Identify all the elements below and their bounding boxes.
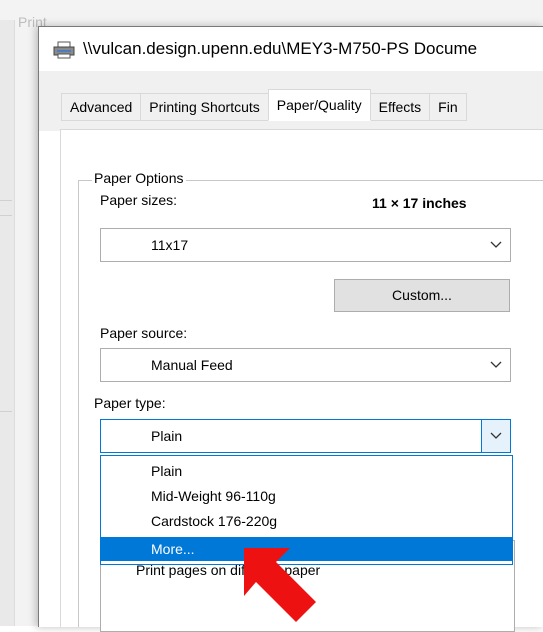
tab-effects[interactable]: Effects [369,93,431,121]
paper-size-value: 11x17 [151,237,189,253]
paper-type-option-plain[interactable]: Plain [101,459,512,483]
tab-advanced[interactable]: Advanced [61,93,142,121]
tab-strip: Advanced Printing Shortcuts Paper/Qualit… [39,71,543,131]
paper-type-select[interactable]: Plain [100,419,511,453]
chevron-down-icon [490,241,502,248]
tab-printing-shortcuts[interactable]: Printing Shortcuts [140,93,269,121]
printer-icon [53,41,75,59]
paper-source-value: Manual Feed [151,357,233,373]
paper-sizes-label: Paper sizes: [100,192,178,208]
paper-size-dropdown-arrow[interactable] [482,229,510,261]
paper-type-label: Paper type: [94,395,166,411]
paper-size-select[interactable]: 11x17 [100,228,511,262]
chevron-down-icon [490,361,502,368]
tab-paper-quality[interactable]: Paper/Quality [267,89,371,121]
paper-size-readout: 11 × 17 inches [372,195,467,211]
paper-options-legend: Paper Options [92,170,186,186]
paper-source-dropdown-arrow[interactable] [482,349,510,381]
tab-finishing[interactable]: Fin [429,93,467,121]
tab-list: Advanced Printing Shortcuts Paper/Qualit… [61,89,467,121]
paper-type-value: Plain [151,428,183,444]
paper-type-option-cardstock[interactable]: Cardstock 176-220g [101,509,512,533]
background-panel [0,215,12,412]
paper-type-option-mid-weight[interactable]: Mid-Weight 96-110g [101,484,512,508]
paper-source-label: Paper source: [100,325,188,341]
dialog-titlebar[interactable]: \\vulcan.design.upenn.edu\MEY3-M750-PS D… [39,27,543,71]
paper-type-dropdown-arrow[interactable] [481,420,510,452]
chevron-down-icon [490,432,502,439]
paper-source-select[interactable]: Manual Feed [100,348,511,382]
annotation-arrow-icon [244,548,316,622]
dialog-title: \\vulcan.design.upenn.edu\MEY3-M750-PS D… [83,39,478,58]
custom-size-button[interactable]: Custom... [334,279,510,312]
background-panel [0,60,12,201]
